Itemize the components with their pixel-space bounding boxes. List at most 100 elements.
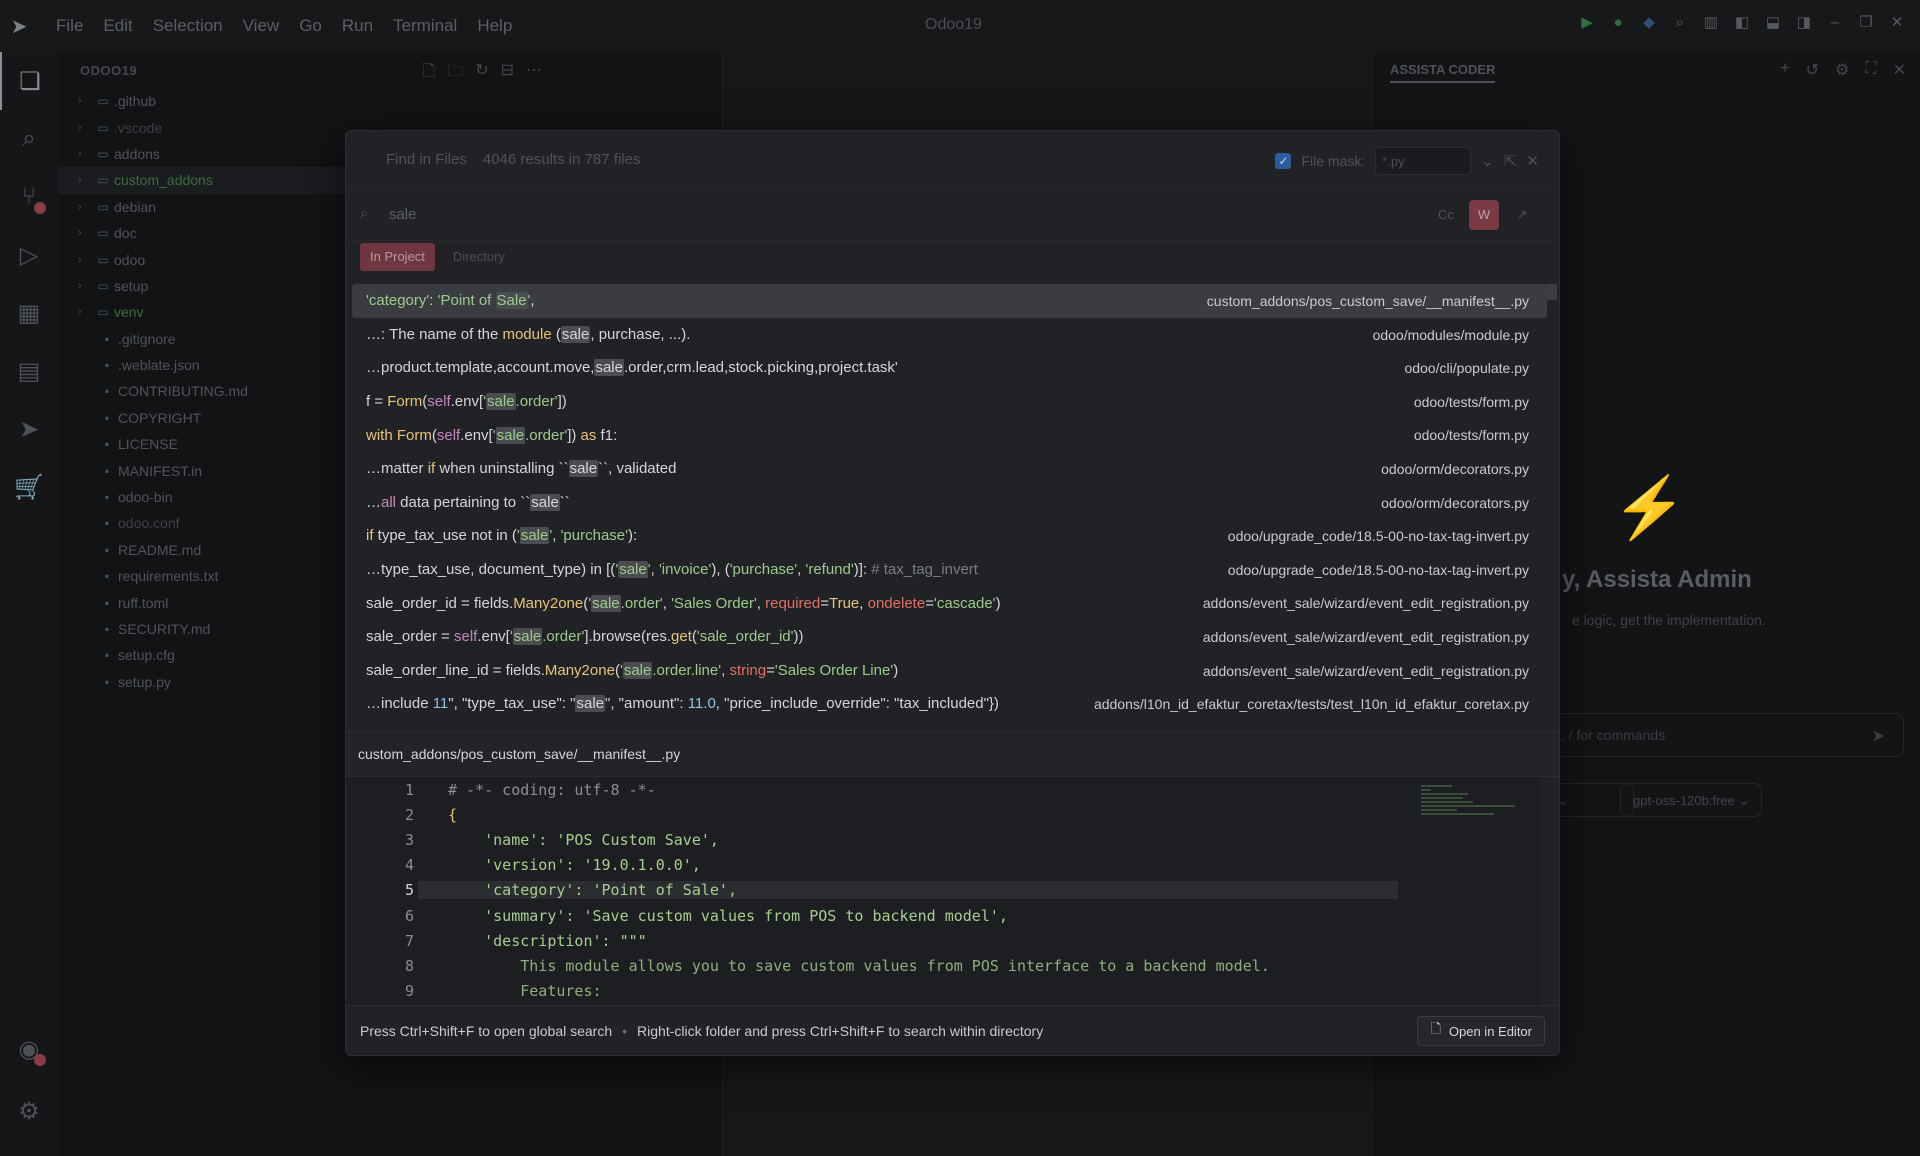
result-snippet: with Form(self.env['sale.order']) as f1: (366, 426, 618, 444)
result-file: odoo/orm/decorators.py (1381, 494, 1529, 511)
result-row[interactable]: sale_order_line_id = fields.Many2one('sa… (352, 654, 1547, 688)
preview-file-path: custom_addons/pos_custom_save/__manifest… (346, 731, 1559, 777)
file-mask-group: ✓ File mask: *.py ⌄ ⇱ ✕ (1275, 147, 1539, 175)
result-row[interactable]: if type_tax_use not in ('sale', 'purchas… (352, 519, 1547, 553)
result-snippet: …all data pertaining to ``sale`` (366, 493, 570, 511)
code-lines: 1 # -*- coding: utf-8 -*- 2{3 'name': 'POS… (346, 777, 1541, 1004)
footer-hint-global: Press Ctrl+Shift+F to open global search (360, 1022, 613, 1039)
open-in-editor-button[interactable]: 🗋 Open in Editor (1417, 1016, 1545, 1046)
result-row[interactable]: sale_order = self.env['sale.order'].brow… (352, 620, 1547, 654)
result-file: custom_addons/pos_custom_save/__manifest… (1206, 293, 1529, 309)
result-snippet: if type_tax_use not in ('sale', 'purchas… (366, 527, 638, 545)
code-preview: 1 # -*- coding: utf-8 -*- 2{3 'name': 'POS… (346, 777, 1541, 1007)
code-text: Features: (448, 982, 602, 1001)
code-text: This module allows you to save custom va… (448, 956, 1270, 975)
code-text: 'summary': 'Save custom values from POS … (448, 906, 1008, 925)
result-file: addons/event_sale/wizard/event_edit_regi… (1202, 628, 1529, 645)
result-file: odoo/upgrade_code/18.5-00-no-tax-tag-inv… (1227, 528, 1529, 545)
result-snippet: …product.template,account.move,sale.orde… (366, 359, 898, 377)
line-number: 6 (404, 906, 414, 925)
file-mask-input[interactable]: *.py (1375, 147, 1472, 175)
line-number: 1 (404, 780, 414, 799)
scope-tabs: In Project Directory (360, 243, 515, 271)
file-mask-label: File mask: (1301, 153, 1366, 169)
pin-icon[interactable]: ⇱ (1504, 152, 1517, 170)
code-line: 5 'category': 'Point of Sale', (346, 878, 1541, 903)
result-row[interactable]: …all data pertaining to ``sale`` odoo/or… (352, 486, 1547, 520)
file-mask-dropdown-icon[interactable]: ⌄ (1481, 152, 1494, 170)
result-file: addons/event_sale/wizard/event_edit_regi… (1202, 662, 1529, 679)
result-snippet: sale_order_id = fields.Many2one('sale.or… (366, 594, 1001, 612)
result-snippet: …: The name of the module (sale, purchas… (366, 325, 691, 343)
search-icon: ⌕ (360, 205, 369, 222)
whole-word-toggle[interactable]: W (1469, 200, 1499, 230)
line-number: 9 (404, 982, 414, 1001)
result-file: addons/event_sale/wizard/event_edit_regi… (1202, 595, 1529, 612)
search-input[interactable]: sale (389, 206, 1289, 223)
code-line: 4 'version': '19.0.1.0.0', (346, 853, 1541, 878)
footer-hint-directory: Right-click folder and press Ctrl+Shift+… (637, 1022, 1044, 1039)
result-count: 4046 results in 787 files (482, 150, 641, 168)
line-number: 2 (404, 805, 414, 824)
minimap[interactable] (1421, 783, 1525, 853)
search-options: Cc W ↗ (1431, 200, 1537, 230)
result-file: odoo/cli/populate.py (1404, 360, 1529, 377)
line-number: 3 (404, 830, 414, 849)
line-number: 5 (404, 881, 414, 900)
close-dialog-icon[interactable]: ✕ (1526, 152, 1539, 170)
result-row[interactable]: sale_order_id = fields.Many2one('sale.or… (352, 586, 1547, 620)
dialog-title: Find in Files (386, 150, 467, 168)
find-in-files-dialog: Find in Files 4046 results in 787 files … (345, 130, 1560, 1056)
search-bar: ⌕ sale Cc W ↗ (346, 187, 1559, 241)
result-row[interactable]: f = Form(self.env['sale.order']) odoo/te… (352, 385, 1547, 419)
code-line: 2{ (346, 802, 1541, 827)
result-file: odoo/modules/module.py (1372, 326, 1529, 343)
result-snippet: f = Form(self.env['sale.order']) (366, 393, 567, 411)
line-number: 8 (404, 956, 414, 975)
open-file-icon: 🗋 (1430, 1021, 1441, 1036)
open-in-editor-label: Open in Editor (1448, 1023, 1532, 1039)
result-row[interactable]: 'category': 'Point of Sale', custom_addo… (352, 284, 1547, 318)
result-row[interactable]: …product.template,account.move,sale.orde… (352, 351, 1547, 385)
result-row[interactable]: …: The name of the module (sale, purchas… (352, 318, 1547, 352)
file-mask-value: *.py (1382, 154, 1405, 169)
result-row[interactable]: …type_tax_use, document_type) in [('sale… (352, 553, 1547, 587)
footer-separator: • (622, 1022, 628, 1039)
code-line: 1 # -*- coding: utf-8 -*- (346, 777, 1541, 802)
code-line: 6 'summary': 'Save custom values from PO… (346, 903, 1541, 928)
code-text: 'version': '19.0.1.0.0', (448, 856, 701, 875)
dialog-header: Find in Files 4046 results in 787 files … (346, 131, 1559, 187)
result-snippet: …include 11", "type_tax_use": "sale", "a… (366, 695, 999, 713)
match-case-toggle[interactable]: Cc (1431, 200, 1461, 230)
scope-project-tab[interactable]: In Project (360, 243, 435, 271)
code-text: { (448, 805, 458, 824)
dialog-footer: Press Ctrl+Shift+F to open global search… (346, 1005, 1559, 1055)
result-row[interactable]: with Form(self.env['sale.order']) as f1:… (352, 418, 1547, 452)
result-snippet: …matter if when uninstalling ``sale``, v… (366, 460, 677, 478)
code-text: 'description': """ (448, 931, 647, 950)
result-file: addons/l10n_id_efaktur_coretax/tests/tes… (1093, 696, 1529, 713)
regex-pin-icon[interactable]: ↗ (1507, 200, 1537, 230)
code-text: # -*- coding: utf-8 -*- (448, 780, 656, 799)
line-number: 4 (404, 856, 414, 875)
result-snippet: sale_order_line_id = fields.Many2one('sa… (366, 661, 899, 679)
code-line: 7 'description': """ (346, 928, 1541, 953)
results-list: 'category': 'Point of Sale', custom_addo… (352, 284, 1547, 720)
code-text: 'category': 'Point of Sale', (418, 881, 1398, 900)
result-row[interactable]: …matter if when uninstalling ``sale``, v… (352, 452, 1547, 486)
result-snippet: 'category': 'Point of Sale', (366, 292, 535, 310)
code-line: 8 This module allows you to save custom … (346, 953, 1541, 978)
code-text: 'name': 'POS Custom Save', (448, 830, 719, 849)
results-scrollbar[interactable] (1547, 284, 1557, 300)
code-line: 3 'name': 'POS Custom Save', (346, 827, 1541, 852)
result-file: odoo/orm/decorators.py (1381, 460, 1529, 477)
result-snippet: sale_order = self.env['sale.order'].brow… (366, 628, 804, 646)
line-number: 7 (404, 931, 414, 950)
file-mask-checkbox[interactable]: ✓ (1275, 153, 1292, 169)
result-file: odoo/tests/form.py (1413, 393, 1529, 410)
code-line: 9 Features: (346, 979, 1541, 1004)
result-row[interactable]: …include 11", "type_tax_use": "sale", "a… (352, 687, 1547, 721)
result-snippet: …type_tax_use, document_type) in [('sale… (366, 561, 978, 579)
result-file: odoo/upgrade_code/18.5-00-no-tax-tag-inv… (1227, 561, 1529, 578)
scope-directory-tab[interactable]: Directory (443, 243, 515, 271)
